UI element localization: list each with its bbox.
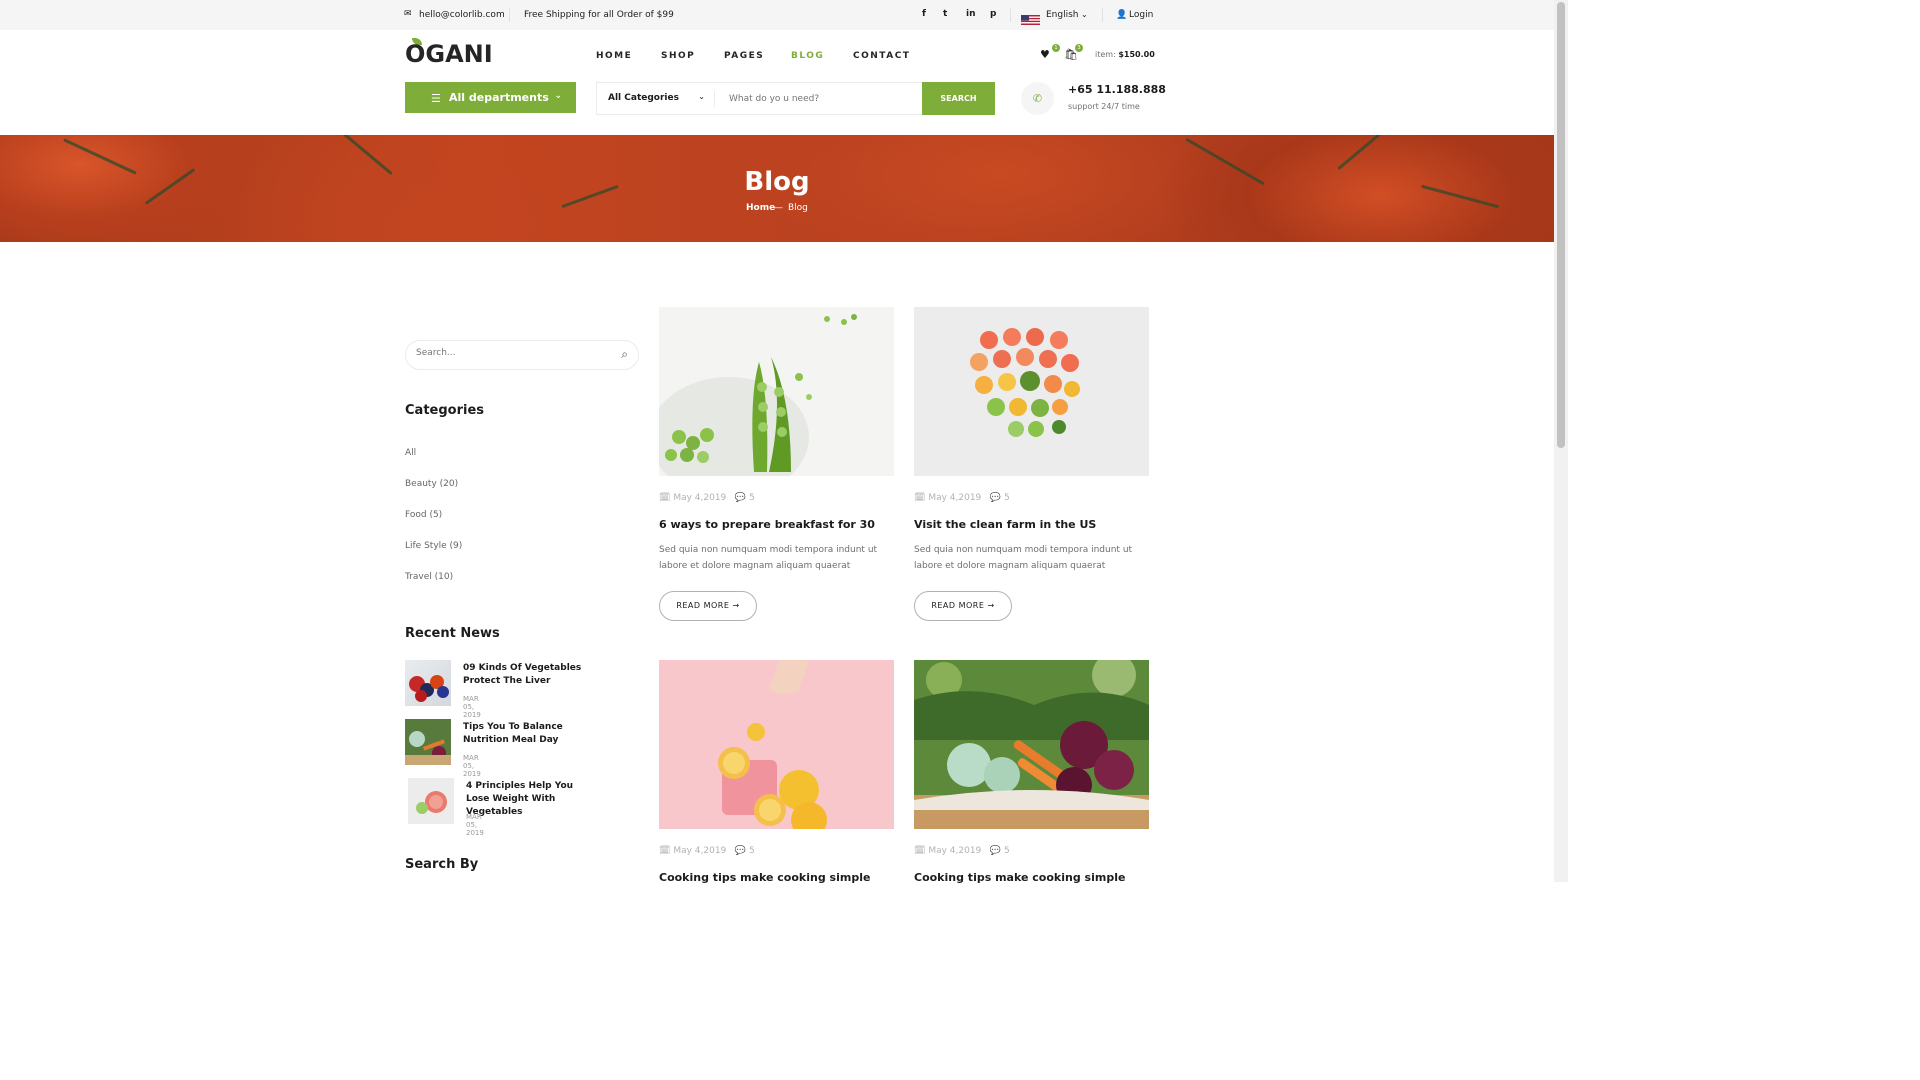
search-form: All Categories ⌄ SEARCH xyxy=(596,82,995,115)
support-text: support 24/7 time xyxy=(1068,102,1140,111)
chevron-down-icon: ⌄ xyxy=(1081,10,1088,19)
departments-label: All departments xyxy=(449,91,549,104)
read-more-button[interactable]: READ MORE → xyxy=(659,591,757,621)
heart-icon[interactable]: ♥ xyxy=(1040,48,1050,61)
calendar-icon: 🗓 xyxy=(659,846,671,856)
arrow-right-icon: → xyxy=(732,601,740,610)
news-thumbnail xyxy=(405,660,451,706)
sidebar-search: ⌕ xyxy=(405,340,639,370)
post-meta: 🗓 May 4,2019 💬 5 xyxy=(659,846,755,856)
news-date: MAR 05, 2019 xyxy=(463,754,481,778)
post-title[interactable]: Cooking tips make cooking simple xyxy=(914,871,1125,884)
user-icon: 👤 xyxy=(1116,10,1128,20)
post-meta: 🗓 May 4,2019 💬 5 xyxy=(914,846,1010,856)
nav-pages[interactable]: PAGES xyxy=(724,51,764,61)
post-image[interactable] xyxy=(659,660,894,829)
language-selector[interactable]: English xyxy=(1046,10,1079,20)
search-input[interactable] xyxy=(721,83,921,114)
divider xyxy=(1102,8,1103,22)
topbar-email: hello@colorlib.com xyxy=(419,10,505,20)
menu-icon: ☰ xyxy=(431,92,441,105)
nav-blog[interactable]: BLOG xyxy=(791,51,824,61)
post-image[interactable] xyxy=(914,660,1149,829)
post-image[interactable] xyxy=(659,307,894,476)
comment-icon: 💬 xyxy=(989,846,1002,856)
breadcrumb-separator: — xyxy=(774,203,783,213)
page-title: Blog xyxy=(744,167,810,197)
scrollbar-thumb[interactable] xyxy=(1557,2,1565,448)
recent-news-heading: Recent News xyxy=(405,626,500,641)
mail-icon: ✉ xyxy=(404,9,412,19)
chevron-down-icon: ⌄ xyxy=(698,92,705,101)
divider xyxy=(509,8,510,22)
linkedin-icon[interactable]: in xyxy=(966,9,976,19)
facebook-icon[interactable]: f xyxy=(922,9,926,19)
login-link[interactable]: Login xyxy=(1129,10,1153,20)
category-travel[interactable]: Travel (10) xyxy=(405,572,453,582)
comment-icon: 💬 xyxy=(989,493,1002,503)
post-excerpt: Sed quia non numquam modi tempora indunt… xyxy=(914,545,1133,571)
all-departments-button[interactable]: ☰ All departments ⌄ xyxy=(405,82,576,113)
arrow-right-icon: → xyxy=(987,601,995,610)
categories-heading: Categories xyxy=(405,403,485,418)
phone-icon: ✆ xyxy=(1021,82,1054,115)
news-title: Tips You To Balance Nutrition Meal Day xyxy=(463,722,563,745)
post-title[interactable]: Visit the clean farm in the US xyxy=(914,518,1096,531)
topbar-shipping: Free Shipping for all Order of $99 xyxy=(524,10,674,20)
news-thumbnail xyxy=(408,778,454,824)
cart-total: item: $150.00 xyxy=(1095,50,1155,59)
hero-banner: Blog xyxy=(0,135,1554,242)
sidebar-search-input[interactable] xyxy=(416,348,606,358)
post-meta: 🗓 May 4,2019 💬 5 xyxy=(659,493,755,503)
calendar-icon: 🗓 xyxy=(659,493,671,503)
cart-badge: 3 xyxy=(1075,44,1083,52)
post-title[interactable]: 6 ways to prepare breakfast for 30 xyxy=(659,518,875,531)
post-meta: 🗓 May 4,2019 💬 5 xyxy=(914,493,1010,503)
post-excerpt: Sed quia non numquam modi tempora indunt… xyxy=(659,545,878,571)
post-title[interactable]: Cooking tips make cooking simple xyxy=(659,871,870,884)
breadcrumb-current: Blog xyxy=(788,203,808,213)
twitter-icon[interactable]: t xyxy=(943,9,947,19)
search-by-heading: Search By xyxy=(405,857,479,872)
news-title: 09 Kinds Of Vegetables Protect The Liver xyxy=(463,663,582,686)
divider xyxy=(1010,8,1011,22)
calendar-icon: 🗓 xyxy=(914,493,926,503)
calendar-icon: 🗓 xyxy=(914,846,926,856)
breadcrumb-home[interactable]: Home xyxy=(746,203,775,213)
nav-shop[interactable]: SHOP xyxy=(661,51,695,61)
search-icon[interactable]: ⌕ xyxy=(621,347,628,362)
news-date: MAR 05, 2019 xyxy=(463,695,481,719)
category-food[interactable]: Food (5) xyxy=(405,510,442,520)
category-lifestyle[interactable]: Life Style (9) xyxy=(405,541,462,551)
page-scrollbar[interactable] xyxy=(1554,0,1568,882)
us-flag-icon xyxy=(1021,10,1040,25)
news-thumbnail xyxy=(405,719,451,765)
wishlist-badge: 1 xyxy=(1052,44,1060,52)
nav-contact[interactable]: CONTACT xyxy=(853,51,910,61)
phone-number: +65 11.188.888 xyxy=(1068,83,1166,96)
nav-home[interactable]: HOME xyxy=(596,51,632,61)
chevron-down-icon: ⌄ xyxy=(554,91,562,101)
category-all[interactable]: All xyxy=(405,448,416,458)
post-image[interactable] xyxy=(914,307,1149,476)
comment-icon: 💬 xyxy=(734,846,747,856)
site-logo[interactable]: OGANI xyxy=(405,40,493,68)
read-more-button[interactable]: READ MORE → xyxy=(914,591,1012,621)
pinterest-icon[interactable]: p xyxy=(990,9,996,19)
top-bar: ✉ hello@colorlib.com Free Shipping for a… xyxy=(0,0,1554,30)
comment-icon: 💬 xyxy=(734,493,747,503)
search-button[interactable]: SEARCH xyxy=(922,82,995,115)
category-beauty[interactable]: Beauty (20) xyxy=(405,479,458,489)
news-title: 4 Principles Help You Lose Weight With V… xyxy=(466,781,574,817)
category-select[interactable]: All Categories ⌄ xyxy=(597,83,715,114)
news-date: MAR 05, 2019 xyxy=(466,813,484,837)
